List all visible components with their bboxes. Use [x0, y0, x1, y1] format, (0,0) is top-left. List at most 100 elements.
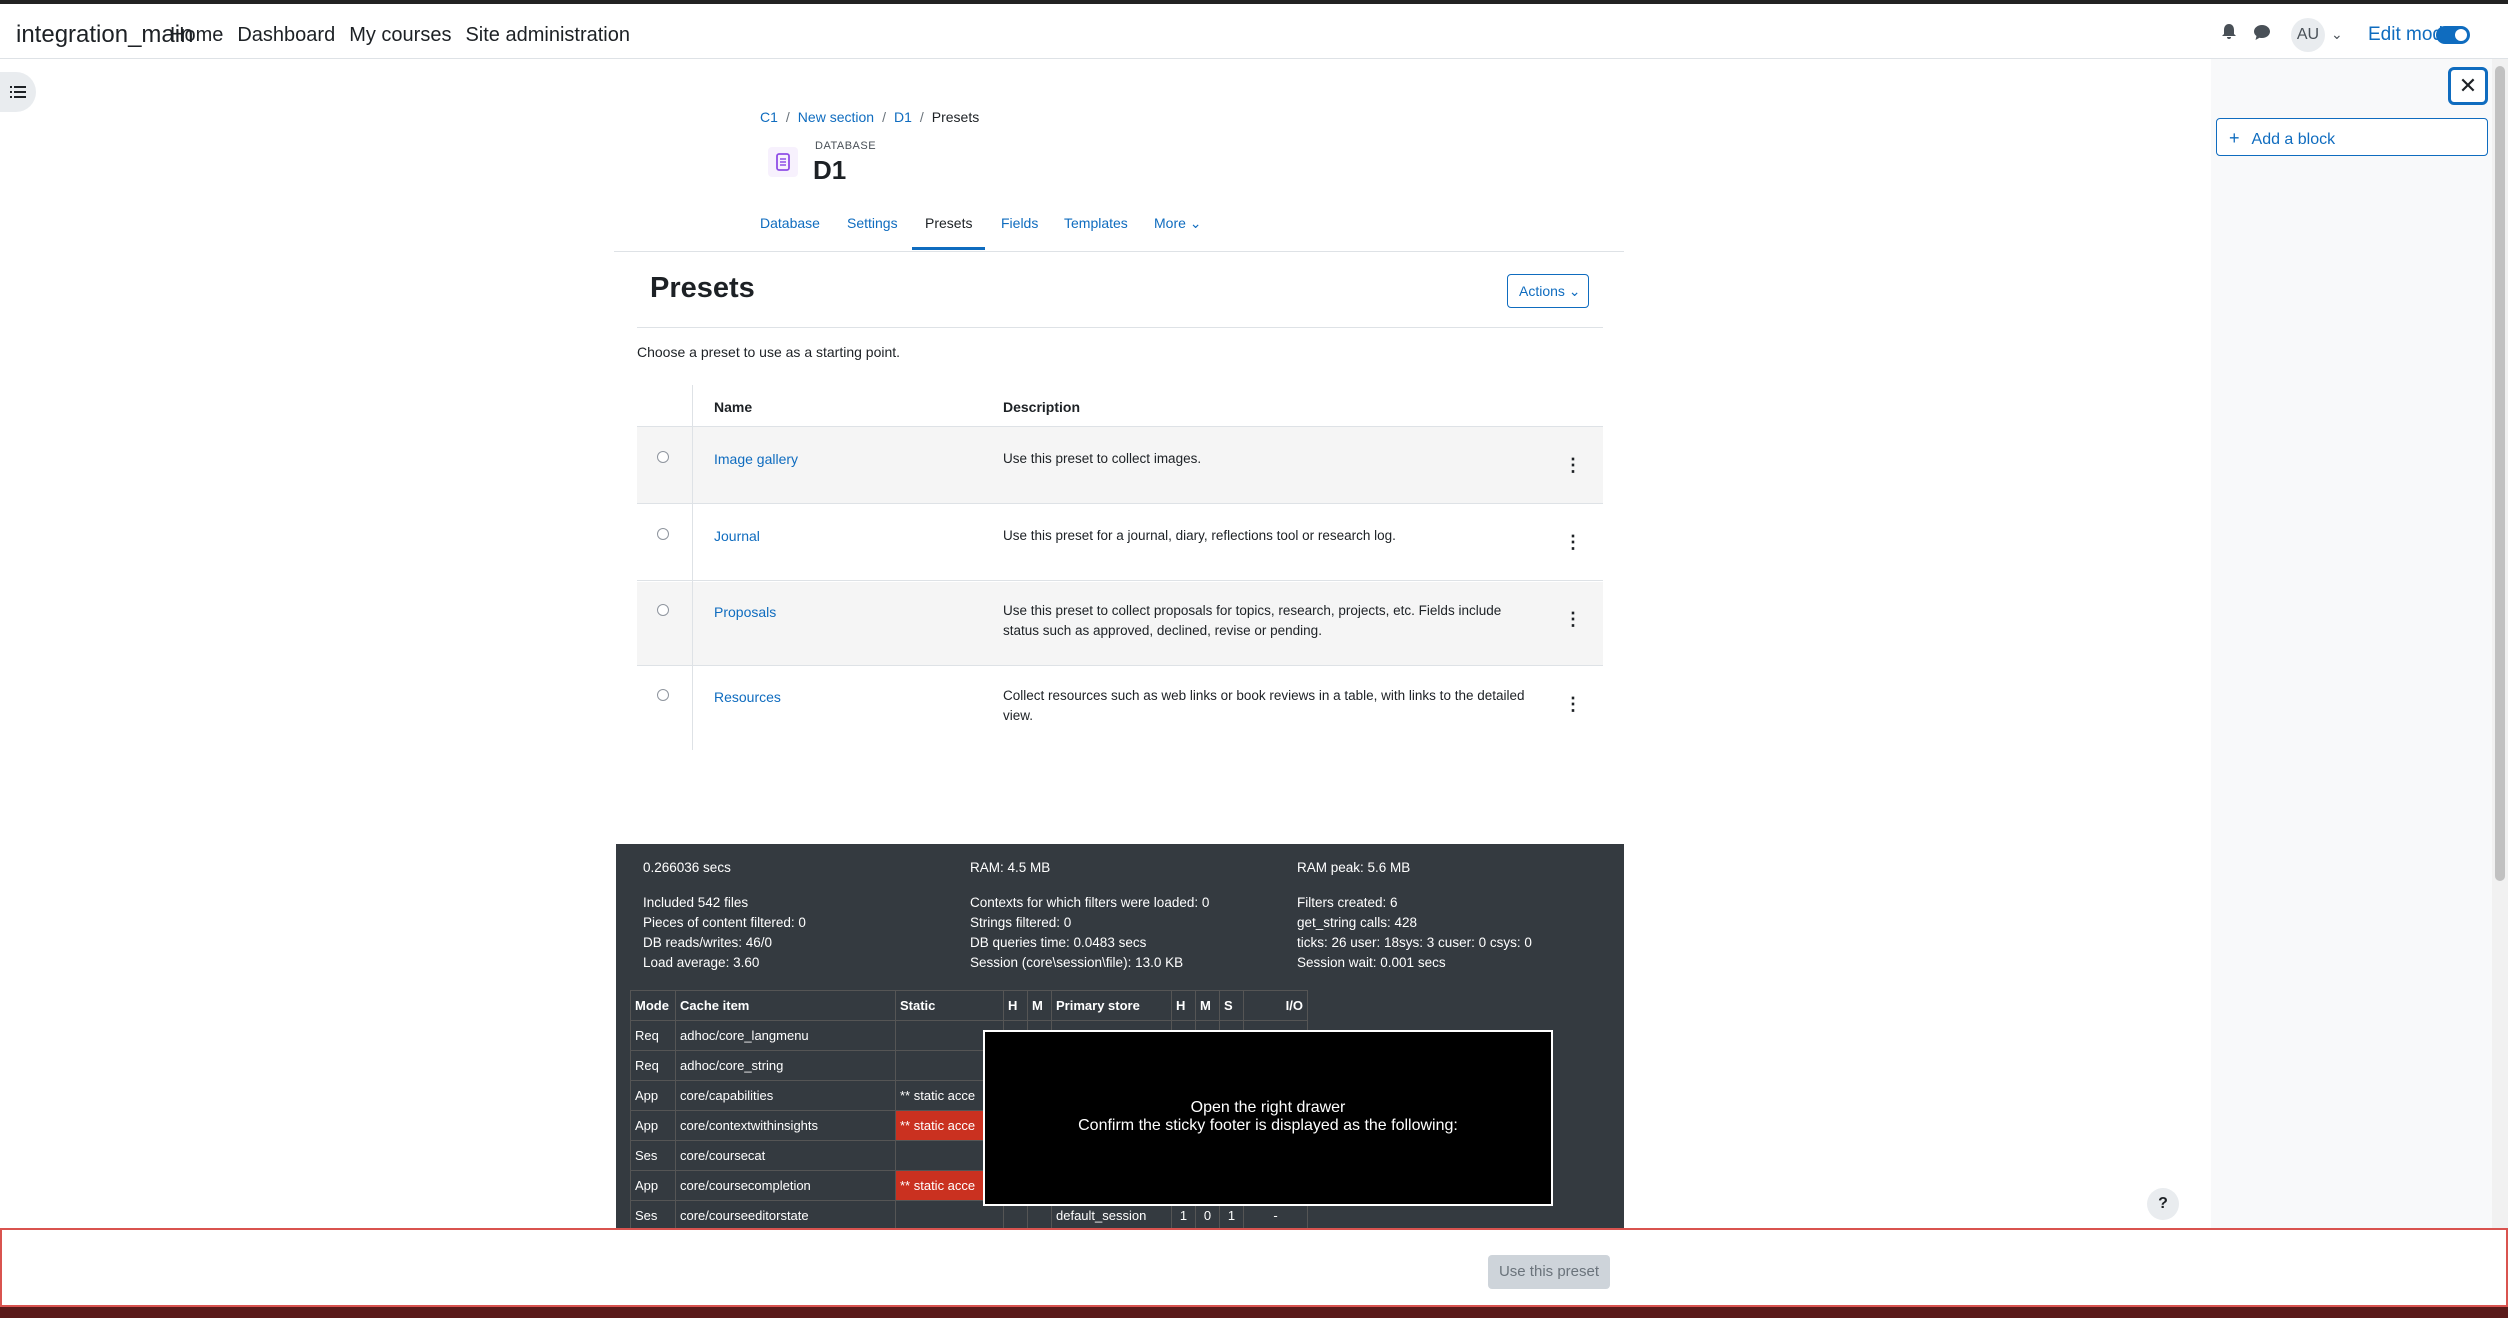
breadcrumb-separator: / [919, 109, 924, 125]
cache-cell: adhoc/core_langmenu [675, 1020, 896, 1051]
preset-radio[interactable] [657, 604, 669, 616]
perf-line: Session (core\session\file): 13.0 KB [970, 955, 1184, 970]
cache-cell: core/coursecompletion [675, 1170, 896, 1201]
breadcrumb-item-presets: Presets [931, 109, 980, 125]
activity-name: D1 [813, 155, 847, 185]
active-tab-indicator [912, 247, 985, 250]
activity-type-label: DATABASE [815, 140, 877, 152]
right-block-drawer [2211, 59, 2508, 1259]
nav-link-my-courses[interactable]: My courses [349, 24, 451, 47]
cache-cell: core/courseeditorstate [675, 1200, 896, 1231]
cache-header: Primary store [1051, 990, 1172, 1021]
cache-header: Mode [630, 990, 676, 1021]
secondary-navigation: Database Settings Presets Fields Templat… [614, 208, 1624, 252]
add-block-button[interactable]: + Add a block [2216, 118, 2488, 156]
close-drawer-button[interactable]: ✕ [2448, 67, 2488, 105]
table-row: Proposals Use this preset to collect pro… [637, 582, 1603, 666]
perf-line: Session wait: 0.001 secs [1297, 955, 1446, 970]
preset-name-link[interactable]: Journal [714, 528, 760, 544]
breadcrumb-separator: / [785, 109, 790, 125]
breadcrumb-separator: / [882, 109, 886, 125]
perf-line: Contexts for which filters were loaded: … [970, 895, 1210, 910]
cache-cell: Req [630, 1050, 676, 1081]
tab-settings[interactable]: Settings [847, 215, 898, 231]
top-navbar: integration_main Home Dashboard My cours… [0, 0, 2508, 59]
plus-icon: + [2229, 128, 2240, 148]
breadcrumb: C1 / New section / D1 / Presets [760, 109, 979, 125]
cache-cell: core/contextwithinsights [675, 1110, 896, 1141]
preset-radio[interactable] [657, 689, 669, 701]
site-brand[interactable]: integration_main [16, 21, 193, 49]
breadcrumb-item-new-section[interactable]: New section [798, 109, 874, 125]
page-title: Presets [650, 272, 755, 304]
perf-line: Strings filtered: 0 [970, 915, 1072, 930]
preset-name-link[interactable]: Resources [714, 689, 781, 705]
perf-column-2: RAM: 4.5 MB Contexts for which filters w… [970, 858, 1209, 973]
help-button[interactable]: ? [2147, 1188, 2179, 1220]
preset-radio[interactable] [657, 528, 669, 540]
chat-icon[interactable] [2254, 25, 2270, 40]
edit-mode-toggle[interactable] [2436, 26, 2470, 44]
list-icon [10, 86, 26, 98]
kebab-menu-icon[interactable]: ⋮ [1563, 609, 1583, 629]
tab-templates[interactable]: Templates [1064, 215, 1128, 231]
database-activity-icon [768, 147, 798, 177]
course-index-toggle[interactable] [0, 72, 36, 112]
actions-dropdown-button[interactable]: Actions ⌄ [1507, 274, 1589, 308]
preset-description: Use this preset to collect proposals for… [1003, 603, 1502, 638]
divider [637, 327, 1603, 328]
perf-line: RAM peak: 5.6 MB [1297, 860, 1411, 875]
cache-cell: App [630, 1110, 676, 1141]
perf-spacer [970, 878, 1209, 893]
cache-cell: core/coursecat [675, 1140, 896, 1171]
perf-spacer [1297, 878, 1532, 893]
perf-column-1: 0.266036 secs Included 542 files Pieces … [643, 858, 806, 973]
nav-link-dashboard[interactable]: Dashboard [237, 24, 335, 47]
preset-description: Use this preset to collect images. [1003, 451, 1202, 466]
breadcrumb-item-d1[interactable]: D1 [894, 109, 912, 125]
preset-name-link[interactable]: Image gallery [714, 451, 798, 467]
kebab-menu-icon[interactable]: ⋮ [1563, 532, 1583, 552]
preset-radio[interactable] [657, 451, 669, 463]
perf-column-3: RAM peak: 5.6 MB Filters created: 6 get_… [1297, 858, 1532, 973]
chevron-down-icon[interactable]: ⌄ [2331, 26, 2343, 43]
cache-header: M [1195, 990, 1220, 1021]
column-header-name: Name [714, 399, 753, 415]
cache-cell: Ses [630, 1140, 676, 1171]
nav-link-site-administration[interactable]: Site administration [465, 24, 630, 47]
add-block-label: Add a block [2251, 131, 2336, 148]
tab-presets[interactable]: Presets [925, 215, 972, 231]
preset-name-link[interactable]: Proposals [714, 604, 776, 620]
sticky-footer [0, 1228, 2508, 1307]
tab-more[interactable]: More ⌄ [1154, 215, 1202, 232]
perf-line: DB reads/writes: 46/0 [643, 935, 773, 950]
cache-header: Cache item [675, 990, 896, 1021]
kebab-menu-icon[interactable]: ⋮ [1563, 694, 1583, 714]
cache-header: H [1171, 990, 1196, 1021]
overlay-line: Confirm the sticky footer is displayed a… [1078, 1117, 1458, 1134]
cache-cell: App [630, 1170, 676, 1201]
scrollbar-thumb[interactable] [2495, 66, 2505, 881]
primary-navigation: Home Dashboard My courses Site administr… [170, 24, 630, 47]
os-taskbar [0, 1307, 2508, 1318]
kebab-menu-icon[interactable]: ⋮ [1563, 455, 1583, 475]
perf-line: Filters created: 6 [1297, 895, 1398, 910]
bell-icon[interactable] [2222, 24, 2236, 40]
test-instruction-overlay: Open the right drawer Confirm the sticky… [983, 1030, 1553, 1206]
nav-link-home[interactable]: Home [170, 24, 223, 47]
perf-line: 0.266036 secs [643, 860, 731, 875]
perf-line: Pieces of content filtered: 0 [643, 915, 806, 930]
tab-database[interactable]: Database [760, 215, 820, 231]
perf-line: Load average: 3.60 [643, 955, 760, 970]
cache-header: H [1003, 990, 1028, 1021]
cache-cell: core/capabilities [675, 1080, 896, 1111]
cache-cell: Ses [630, 1200, 676, 1231]
breadcrumb-item-c1[interactable]: C1 [760, 109, 778, 125]
perf-line: get_string calls: 428 [1297, 915, 1418, 930]
use-this-preset-button[interactable]: Use this preset [1488, 1255, 1610, 1289]
cache-header: S [1219, 990, 1244, 1021]
tab-fields[interactable]: Fields [1001, 215, 1038, 231]
user-avatar[interactable]: AU [2291, 18, 2325, 52]
cache-cell: Req [630, 1020, 676, 1051]
table-row: Image gallery Use this preset to collect… [637, 427, 1603, 504]
